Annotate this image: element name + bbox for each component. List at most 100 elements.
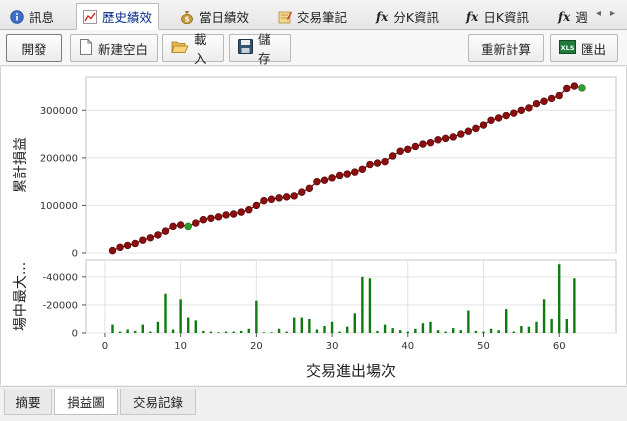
x-tick-label: 0 bbox=[102, 341, 108, 352]
svg-text:$: $ bbox=[185, 15, 190, 23]
data-point bbox=[388, 152, 397, 160]
bar bbox=[247, 328, 250, 333]
bar bbox=[535, 321, 538, 333]
bar bbox=[179, 299, 182, 333]
tab-trade-notes[interactable]: 交易筆記 bbox=[272, 3, 353, 30]
bar bbox=[346, 326, 349, 333]
data-point bbox=[472, 124, 480, 133]
new-blank-button[interactable]: 新建空白 bbox=[70, 34, 158, 62]
money-bag-icon: $ bbox=[180, 10, 194, 24]
bar bbox=[277, 328, 281, 333]
save-button[interactable]: 儲存 bbox=[229, 32, 291, 66]
data-point bbox=[366, 160, 374, 169]
bar bbox=[368, 278, 372, 333]
y-axis-label: 場中最大... bbox=[13, 262, 29, 331]
export-icon-text: XLS bbox=[561, 44, 575, 52]
develop-button[interactable]: 開發 bbox=[6, 34, 62, 62]
bar bbox=[497, 330, 500, 333]
y-tick-label: -40000 bbox=[43, 272, 78, 283]
data-point bbox=[207, 214, 215, 222]
bar bbox=[187, 317, 190, 333]
tab-minute-k-info[interactable]: fx 分K資訊 bbox=[370, 3, 445, 30]
toolbar: 開發 新建空白 載入 儲存 重新計算 XLS 匯出 bbox=[0, 30, 627, 66]
data-point bbox=[419, 140, 427, 148]
bar bbox=[353, 313, 356, 333]
bar bbox=[436, 330, 440, 333]
tab-info[interactable]: 訊息 bbox=[4, 3, 60, 30]
tab-trade-records[interactable]: 交易記錄 bbox=[120, 389, 196, 415]
data-point bbox=[313, 177, 321, 186]
y-tick-label: -20000 bbox=[43, 300, 78, 311]
bar bbox=[232, 331, 235, 333]
tab-label: 訊息 bbox=[29, 10, 55, 25]
tab-daily-performance[interactable]: $ 當日績效 bbox=[174, 3, 255, 30]
tab-weekly[interactable]: fx 週 bbox=[552, 3, 592, 30]
bar bbox=[467, 310, 470, 333]
bar bbox=[194, 320, 197, 333]
folder-open-icon bbox=[171, 40, 189, 57]
x-tick-label: 60 bbox=[553, 341, 566, 352]
data-point bbox=[563, 84, 571, 93]
x-tick-label: 50 bbox=[477, 341, 490, 352]
data-point bbox=[275, 194, 283, 202]
bar bbox=[293, 317, 296, 333]
bar bbox=[255, 300, 258, 333]
data-point bbox=[381, 157, 389, 166]
data-point bbox=[192, 219, 200, 227]
function-icon: fx bbox=[466, 9, 479, 24]
data-point bbox=[449, 133, 457, 141]
bar bbox=[406, 331, 409, 333]
tab-history-performance[interactable]: 歷史績效 bbox=[76, 3, 160, 30]
tab-label: 交易筆記 bbox=[297, 10, 348, 25]
tab-label: 分K資訊 bbox=[393, 10, 440, 25]
data-point bbox=[457, 130, 465, 138]
tab-label: 摘要 bbox=[15, 395, 41, 410]
save-label: 儲存 bbox=[258, 32, 271, 66]
bar bbox=[330, 321, 334, 333]
data-point bbox=[229, 210, 238, 218]
bar bbox=[308, 318, 311, 333]
data-point bbox=[351, 168, 359, 176]
export-button[interactable]: XLS 匯出 bbox=[550, 34, 618, 62]
x-tick-label: 10 bbox=[174, 341, 187, 352]
data-point bbox=[343, 170, 351, 178]
new-blank-label: 新建空白 bbox=[98, 41, 149, 57]
data-point bbox=[176, 221, 185, 229]
data-point bbox=[184, 222, 192, 231]
bar bbox=[285, 331, 288, 333]
data-point bbox=[411, 142, 420, 151]
bar bbox=[323, 325, 326, 333]
bar bbox=[118, 331, 122, 333]
data-point bbox=[335, 171, 344, 180]
x-axis-label: 交易進出場次 bbox=[306, 362, 396, 380]
load-button[interactable]: 載入 bbox=[162, 32, 224, 66]
tab-label: 歷史績效 bbox=[102, 10, 153, 25]
bar bbox=[444, 331, 447, 333]
data-point bbox=[555, 91, 563, 100]
data-point bbox=[396, 147, 404, 155]
data-point bbox=[494, 114, 503, 122]
pnl-charts-svg: 0 100000 200000 300000 累計損益 0 -20000 -40000 0 10 2… bbox=[13, 76, 617, 380]
bar bbox=[414, 328, 417, 333]
y-tick-label: 0 bbox=[72, 249, 78, 260]
bar bbox=[361, 276, 364, 333]
bar bbox=[149, 331, 152, 333]
tab-summary[interactable]: 摘要 bbox=[4, 389, 52, 415]
tab-pnl-chart[interactable]: 損益圖 bbox=[54, 389, 118, 415]
bar bbox=[383, 324, 387, 333]
data-point bbox=[434, 136, 442, 144]
data-point bbox=[267, 195, 276, 203]
bar bbox=[520, 325, 523, 333]
tab-scroll-left-icon[interactable]: ◂ bbox=[596, 8, 601, 19]
export-label: 匯出 bbox=[581, 41, 607, 57]
tab-scroll-right-icon[interactable]: ▸ bbox=[610, 8, 615, 19]
bar bbox=[111, 324, 114, 333]
bar bbox=[141, 324, 144, 333]
recalculate-button[interactable]: 重新計算 bbox=[468, 34, 544, 62]
info-icon bbox=[10, 9, 24, 24]
data-point bbox=[252, 201, 261, 210]
develop-label: 開發 bbox=[21, 41, 47, 57]
bar bbox=[171, 329, 175, 333]
tab-daily-k-info[interactable]: fx 日K資訊 bbox=[460, 3, 535, 30]
bar bbox=[558, 264, 561, 333]
